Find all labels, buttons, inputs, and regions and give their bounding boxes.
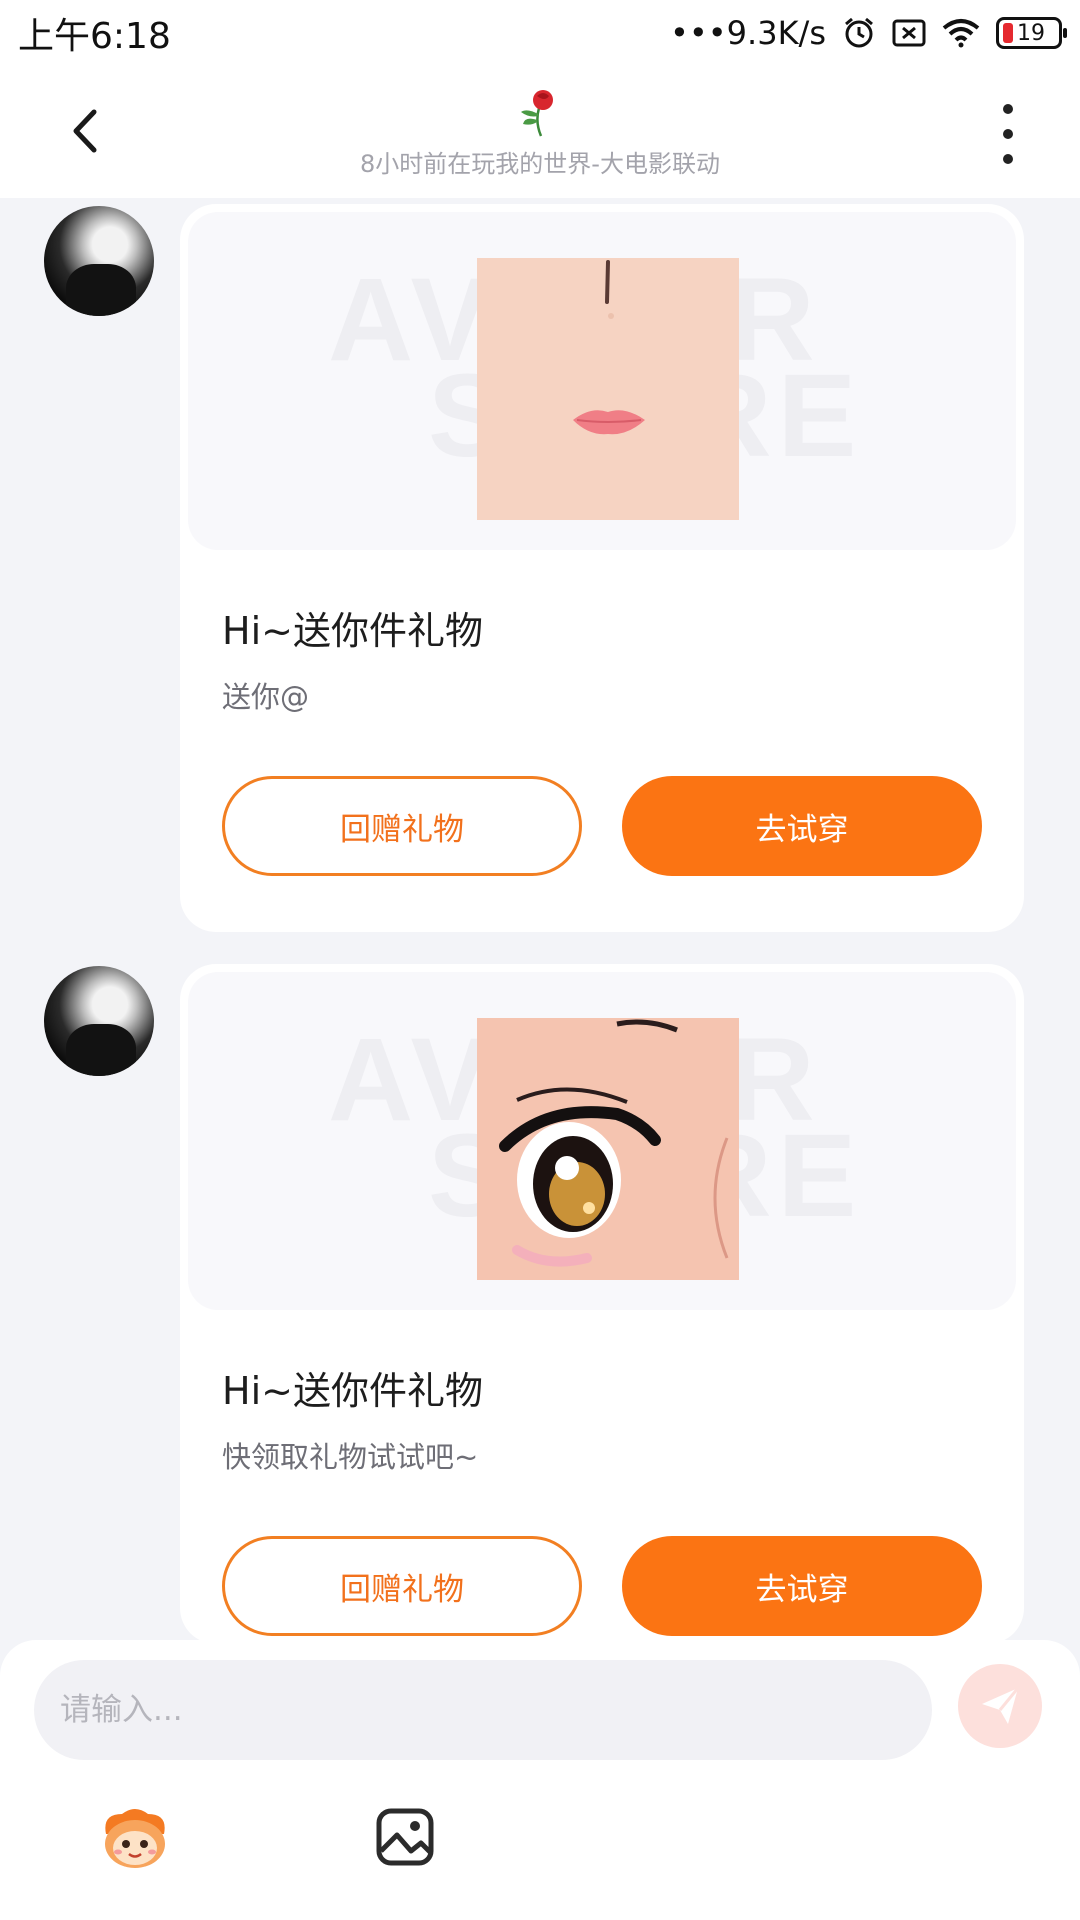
chat-header: 8小时前在玩我的世界-大电影联动	[0, 66, 1080, 198]
more-dot-icon	[1003, 129, 1013, 139]
header-subtitle: 8小时前在玩我的世界-大电影联动	[360, 150, 720, 178]
status-indicators: •••9.3K/s 19	[670, 14, 1067, 52]
image-icon	[376, 1808, 434, 1866]
gift-title: Hi~送你件礼物	[222, 609, 483, 653]
emoji-mascot-icon	[105, 1809, 165, 1868]
network-speed: •••9.3K/s	[670, 14, 826, 52]
gift-preview[interactable]: AVATAR STORE	[188, 972, 1016, 1310]
gift-description: 快领取礼物试试吧~	[222, 1440, 479, 1474]
battery-icon: 19	[996, 17, 1067, 49]
more-options-button[interactable]	[988, 104, 1028, 164]
wifi-icon	[942, 18, 980, 48]
more-dot-icon	[1003, 154, 1013, 164]
return-gift-button[interactable]: 回赠礼物	[222, 1536, 582, 1636]
rose-icon	[517, 86, 563, 138]
status-bar: 上午6:18 •••9.3K/s 19	[0, 0, 1080, 66]
message-input-bar	[0, 1640, 1080, 1920]
send-icon	[982, 1687, 1020, 1724]
gift-image-eye	[477, 1018, 739, 1280]
gift-card: AVATAR STORE Hi~送你件礼物 送你@ 回赠礼物 去试穿	[180, 204, 1024, 932]
status-time: 上午6:18	[18, 16, 171, 57]
gift-preview[interactable]: AVATAR STORE	[188, 212, 1016, 550]
more-dot-icon	[1003, 104, 1013, 114]
try-on-button[interactable]: 去试穿	[622, 776, 982, 876]
return-gift-button[interactable]: 回赠礼物	[222, 776, 582, 876]
battery-level: 19	[1017, 20, 1045, 46]
gift-card: AVATAR STORE Hi~送你件礼物	[180, 964, 1024, 1644]
gift-title: Hi~送你件礼物	[222, 1369, 483, 1413]
emoji-button[interactable]	[96, 1804, 174, 1872]
gift-image-mouth	[477, 258, 739, 520]
sender-avatar[interactable]	[44, 206, 154, 316]
battery-fill	[1003, 23, 1013, 43]
header-center: 8小时前在玩我的世界-大电影联动	[0, 86, 1080, 179]
sender-avatar[interactable]	[44, 966, 154, 1076]
try-on-button[interactable]: 去试穿	[622, 1536, 982, 1636]
no-sim-icon	[892, 18, 926, 48]
alarm-icon	[842, 16, 876, 50]
message-input[interactable]	[34, 1660, 932, 1760]
image-button[interactable]	[374, 1806, 436, 1868]
gift-description: 送你@	[222, 680, 310, 714]
send-button[interactable]	[958, 1664, 1042, 1748]
